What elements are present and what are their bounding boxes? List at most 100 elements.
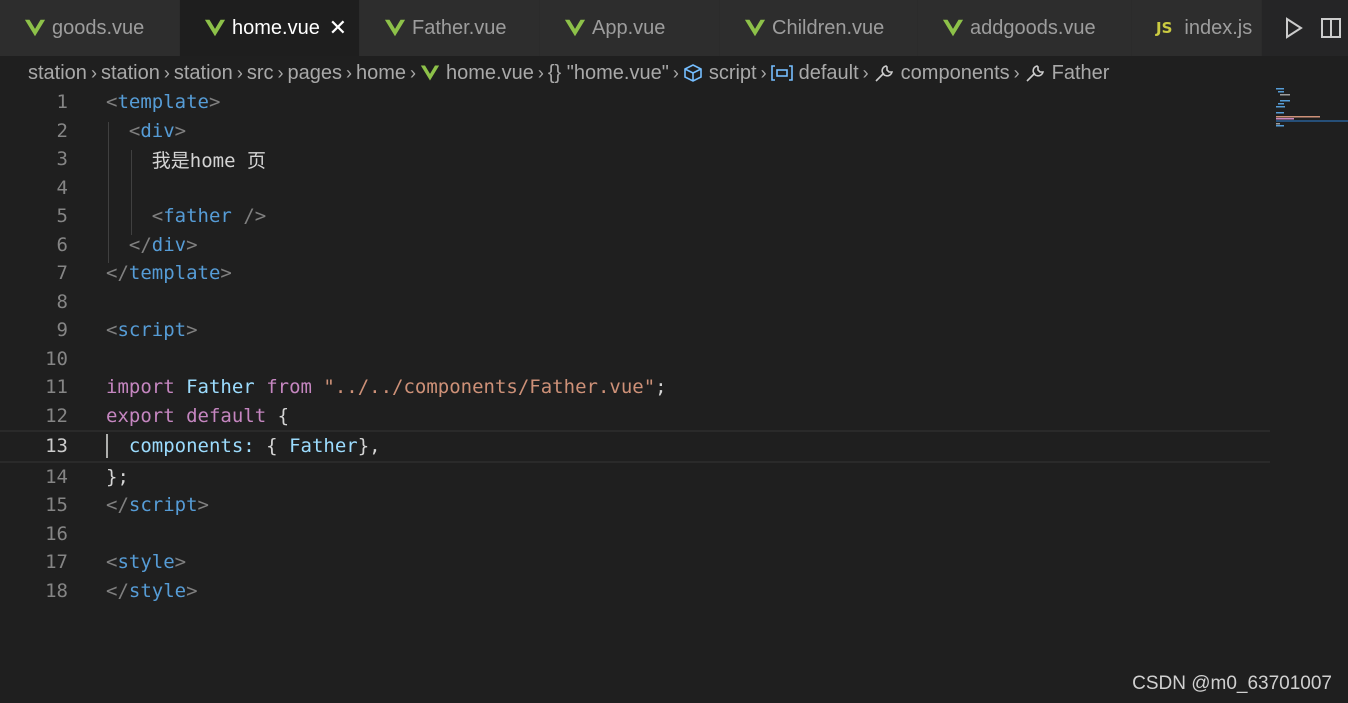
- line-number: 5: [56, 205, 68, 228]
- vue-icon: [564, 19, 586, 37]
- code-text: import Father from "../../components/Fat…: [106, 376, 667, 399]
- vue-icon: [744, 19, 766, 37]
- tab-home-vue[interactable]: home.vue ✕: [180, 0, 360, 56]
- line-number: 10: [45, 347, 68, 370]
- chevron-right-icon: ›: [537, 62, 544, 83]
- line-number: 15: [45, 494, 68, 517]
- code-text: <father />: [151, 205, 267, 228]
- breadcrumb-item[interactable]: pages: [287, 62, 342, 85]
- tab-label: App.vue: [592, 16, 666, 39]
- tab-index-js[interactable]: JS index.js: [1132, 0, 1262, 56]
- chevron-right-icon: ›: [163, 62, 170, 83]
- run-icon[interactable]: [1284, 17, 1304, 39]
- variable-icon: [770, 65, 793, 81]
- line-number: 11: [45, 376, 68, 399]
- text-cursor: [106, 434, 108, 458]
- line-number: 12: [45, 404, 68, 427]
- line-number: 2: [56, 119, 68, 142]
- code-line: 15 </script>: [0, 491, 1270, 520]
- code-line: 4: [0, 174, 1270, 203]
- line-number: 17: [45, 551, 68, 574]
- code-text: </div>: [128, 233, 198, 256]
- chevron-right-icon: ›: [236, 62, 243, 83]
- line-number: 18: [45, 579, 68, 602]
- code-text: };: [106, 465, 129, 488]
- code-line: 1 <template>: [0, 88, 1270, 117]
- breadcrumb-item[interactable]: script: [683, 62, 757, 85]
- breadcrumb: station › station › station › src › page…: [28, 58, 1109, 88]
- tab-label: Father.vue: [412, 16, 507, 39]
- breadcrumb-item[interactable]: src: [247, 62, 274, 85]
- code-text: 我是home 页: [151, 149, 267, 172]
- code-text: export default {: [106, 404, 290, 427]
- code-text: </style>: [106, 579, 198, 602]
- chevron-right-icon: ›: [760, 62, 767, 83]
- breadcrumb-item[interactable]: home.vue: [420, 62, 534, 85]
- tab-label: addgoods.vue: [970, 16, 1096, 39]
- code-line: 16: [0, 520, 1270, 549]
- line-number: 9: [56, 319, 68, 342]
- code-line: 18 </style>: [0, 577, 1270, 606]
- code-text: </template>: [106, 262, 232, 285]
- line-number: 14: [45, 465, 68, 488]
- line-number: 1: [56, 91, 68, 114]
- chevron-right-icon: ›: [90, 62, 97, 83]
- split-editor-icon[interactable]: [1320, 17, 1342, 39]
- wrench-icon: [875, 65, 893, 82]
- code-line: 9 <script>: [0, 316, 1270, 345]
- tab-label: goods.vue: [52, 16, 145, 39]
- breadcrumb-item[interactable]: Father: [1024, 62, 1109, 85]
- line-number: 4: [56, 176, 68, 199]
- code-editor[interactable]: 1 <template> 2 <div> 3 我是home 页 4 5 <fath…: [0, 88, 1270, 605]
- vue-icon: [204, 19, 226, 37]
- code-text: </script>: [106, 494, 209, 517]
- code-line: 2 <div>: [0, 117, 1270, 146]
- breadcrumb-item[interactable]: default: [770, 62, 859, 85]
- tab-bar: goods.vue home.vue ✕ Father.vue App.vue …: [0, 0, 1348, 56]
- chevron-right-icon: ›: [672, 62, 679, 83]
- tab-addgoods-vue[interactable]: addgoods.vue: [918, 0, 1132, 56]
- line-number: 8: [56, 290, 68, 313]
- line-number: 16: [45, 522, 68, 545]
- tab-goods-vue[interactable]: goods.vue: [0, 0, 180, 56]
- chevron-right-icon: ›: [1013, 62, 1020, 83]
- line-number: 13: [45, 435, 68, 458]
- vue-icon: [384, 19, 406, 37]
- line-number: 7: [56, 262, 68, 285]
- js-icon: JS: [1156, 19, 1173, 37]
- cube-icon: [684, 64, 702, 82]
- editor-actions: [1284, 0, 1348, 56]
- code-line: 3 我是home 页: [0, 145, 1270, 174]
- code-text: <div>: [128, 119, 187, 142]
- tab-label: home.vue: [232, 16, 320, 39]
- code-line: 7 </template>: [0, 259, 1270, 288]
- code-text: <script>: [106, 319, 198, 342]
- vue-icon: [24, 19, 46, 37]
- tab-app-vue[interactable]: App.vue: [540, 0, 720, 56]
- code-line: 6 </div>: [0, 231, 1270, 260]
- code-line: 11 import Father from "../../components/F…: [0, 373, 1270, 402]
- minimap[interactable]: [1276, 88, 1348, 128]
- code-line: 10: [0, 345, 1270, 374]
- code-line: 12 export default {: [0, 402, 1270, 431]
- tab-father-vue[interactable]: Father.vue: [360, 0, 540, 56]
- breadcrumb-item[interactable]: station: [28, 62, 87, 85]
- code-line: 17 <style>: [0, 548, 1270, 577]
- tab-children-vue[interactable]: Children.vue: [720, 0, 918, 56]
- vue-icon: [420, 65, 440, 81]
- current-code-line: 13 components: { Father},: [0, 430, 1270, 463]
- close-icon[interactable]: ✕: [329, 15, 347, 41]
- breadcrumb-item[interactable]: station: [101, 62, 160, 85]
- watermark: CSDN @m0_63701007: [1132, 673, 1332, 694]
- line-number: 6: [56, 233, 68, 256]
- breadcrumb-item[interactable]: station: [174, 62, 233, 85]
- line-number: 3: [56, 148, 68, 171]
- chevron-right-icon: ›: [277, 62, 284, 83]
- breadcrumb-item[interactable]: {} "home.vue": [548, 62, 669, 85]
- code-line: 14};: [0, 463, 1270, 492]
- tab-label: index.js: [1184, 16, 1253, 39]
- chevron-right-icon: ›: [410, 62, 417, 83]
- breadcrumb-item[interactable]: components: [873, 62, 1010, 85]
- breadcrumb-item[interactable]: home: [356, 62, 406, 85]
- code-text: <style>: [106, 551, 187, 574]
